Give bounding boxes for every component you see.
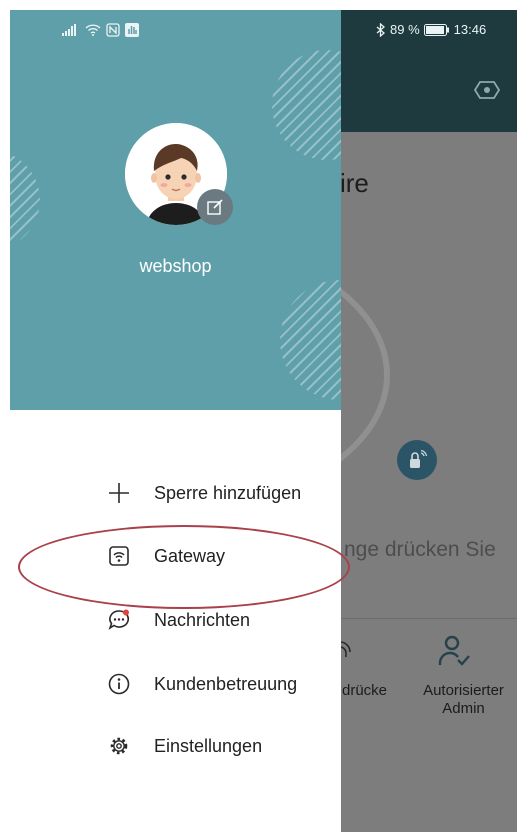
info-icon <box>108 673 130 695</box>
battery-percentage: 89 % <box>390 22 420 37</box>
navigation-drawer: webshop Sperre hinzufügen Gateway Nachri… <box>10 10 341 832</box>
signal-icon <box>62 24 76 36</box>
gateway-icon <box>108 545 130 567</box>
background-divider <box>340 618 517 619</box>
menu-item-label: Sperre hinzufügen <box>154 482 302 503</box>
screen: ire nge drücken Sie drücke Autorisierter… <box>10 10 517 832</box>
settings-icon <box>108 735 130 757</box>
menu-item-label: Nachrichten <box>154 609 251 630</box>
profile-avatar-area[interactable] <box>125 123 233 225</box>
app-notification-icon <box>125 23 139 37</box>
edit-icon <box>207 199 223 215</box>
admin-user-icon[interactable] <box>437 635 471 667</box>
message-icon <box>108 609 130 631</box>
unlock-button[interactable] <box>397 440 437 480</box>
hexagon-settings-icon[interactable] <box>474 80 500 100</box>
battery-icon <box>423 23 449 36</box>
background-hint-text: nge drücken Sie <box>344 538 496 561</box>
plus-icon <box>108 482 130 504</box>
background-item-admin-label[interactable]: Autorisierter Admin <box>410 682 517 718</box>
drawer-header: webshop <box>10 10 341 410</box>
decorative-circle <box>10 150 40 250</box>
nfc-icon <box>106 23 120 37</box>
wifi-icon <box>85 24 101 36</box>
background-item-fingerprint-label[interactable]: drücke <box>342 682 412 700</box>
username: webshop <box>139 256 212 276</box>
menu-item-add-lock[interactable]: Sperre hinzufügen <box>108 473 338 513</box>
edit-profile-button[interactable] <box>197 189 233 225</box>
decorative-circle <box>272 50 341 160</box>
notification-dot <box>123 609 129 616</box>
menu-item-label: Kundenbetreuung <box>154 673 298 694</box>
background-title: ire <box>340 168 369 198</box>
decorative-circle <box>280 280 341 400</box>
lock-signal-icon <box>410 449 428 468</box>
menu-item-customer-support[interactable]: Kundenbetreuung <box>108 664 338 704</box>
clock: 13:46 <box>453 22 487 37</box>
bluetooth-icon <box>376 22 385 37</box>
menu-item-gateway[interactable]: Gateway <box>108 536 338 576</box>
menu-item-label: Einstellungen <box>154 735 263 756</box>
status-bar: 89 % 13:46 <box>10 10 517 52</box>
menu-item-label: Gateway <box>154 545 226 566</box>
menu-item-messages[interactable]: Nachrichten <box>108 600 338 640</box>
menu-item-settings[interactable]: Einstellungen <box>108 726 338 766</box>
